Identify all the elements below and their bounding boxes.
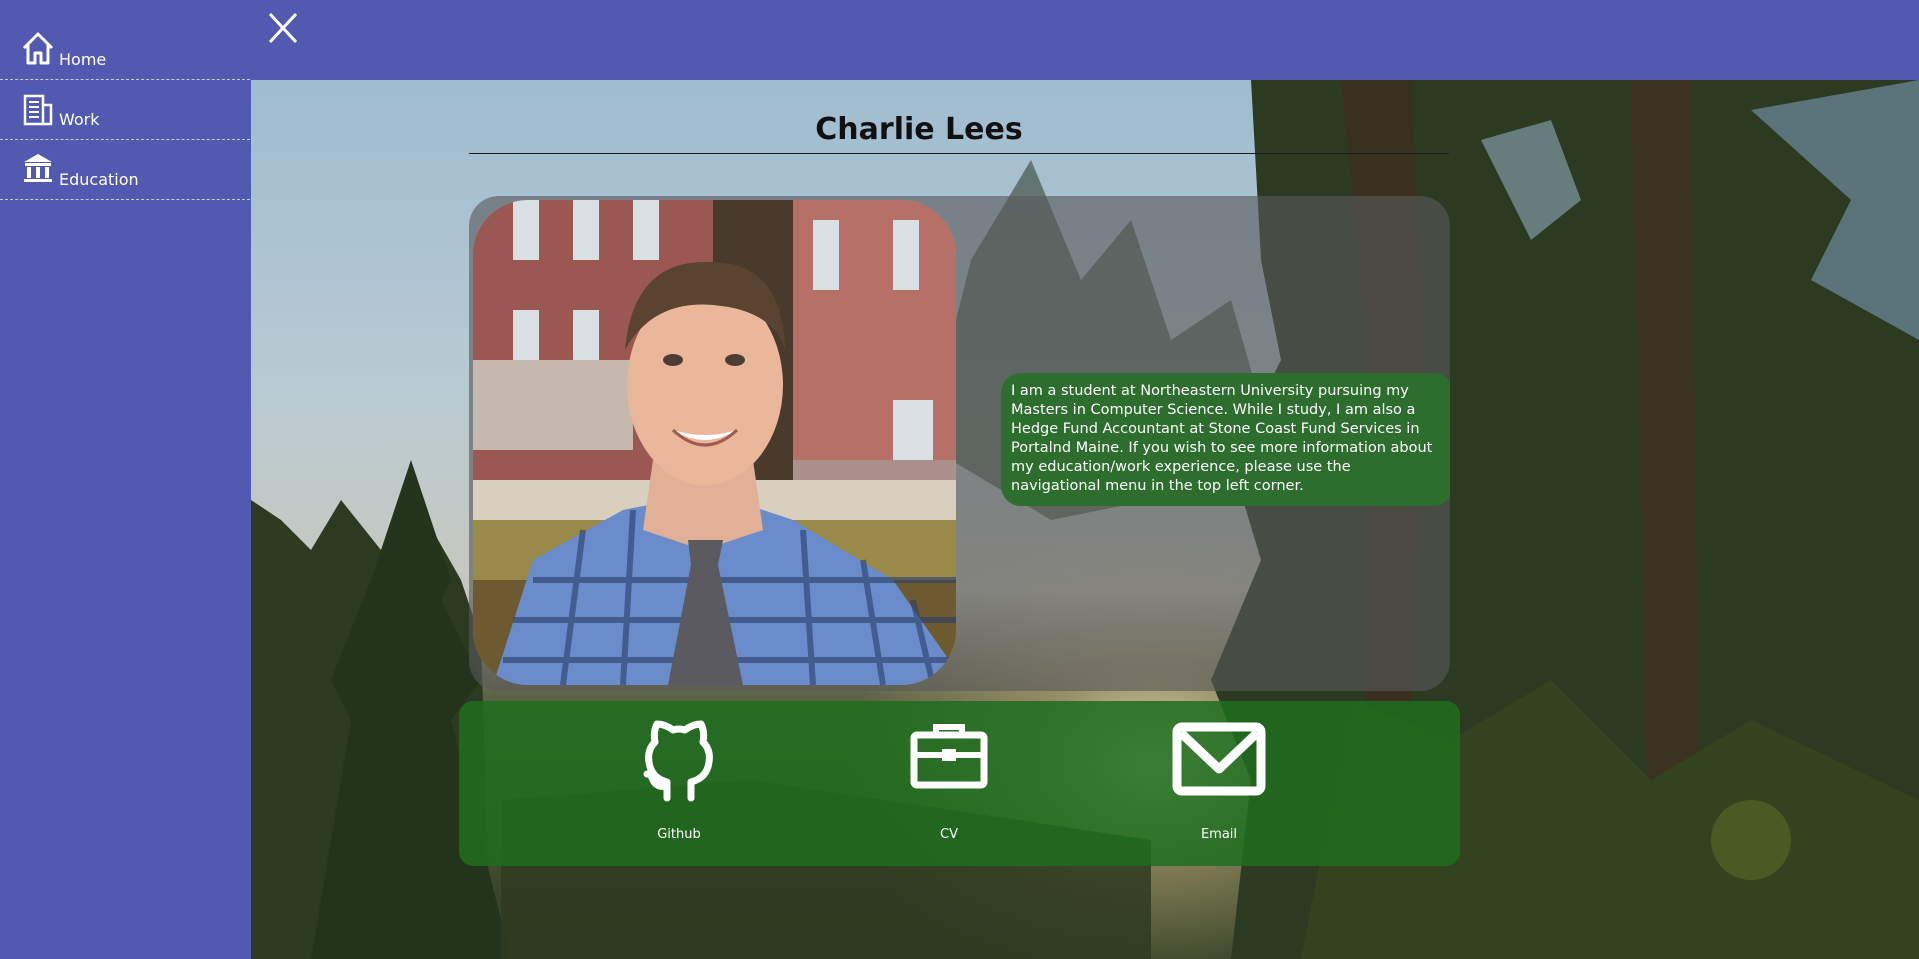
cv-link[interactable]: CV	[889, 701, 1009, 866]
sidebar-item-education[interactable]: Education	[0, 140, 250, 200]
sidebar-item-work[interactable]: Work	[0, 80, 250, 140]
sidebar-item-label: Work	[59, 110, 100, 129]
email-label: Email	[1200, 827, 1238, 842]
top-bar	[0, 0, 1919, 80]
sidebar-item-home[interactable]: Home	[0, 20, 250, 80]
home-icon	[22, 32, 54, 65]
bio-text: I am a student at Northeastern Universit…	[1001, 373, 1450, 506]
portrait-illustration	[473, 200, 956, 685]
title-divider	[469, 153, 1449, 154]
links-panel: Github CV Email	[459, 701, 1460, 866]
page-title: Charlie Lees	[815, 112, 1023, 147]
close-icon	[268, 12, 298, 44]
profile-photo	[473, 200, 956, 685]
main-content: Charlie Lees I am a student at Northeast…	[251, 80, 1919, 959]
close-button[interactable]	[262, 10, 302, 50]
briefcase-icon	[910, 724, 988, 789]
cv-label: CV	[940, 827, 958, 842]
github-icon	[643, 720, 713, 802]
profile-card: I am a student at Northeastern Universit…	[469, 196, 1450, 691]
envelope-icon	[1172, 722, 1266, 796]
sidebar-item-label: Education	[59, 170, 139, 189]
bank-icon	[24, 154, 52, 182]
github-link[interactable]: Github	[619, 701, 739, 866]
sidebar-item-label: Home	[59, 50, 107, 69]
github-label: Github	[657, 827, 701, 842]
email-link[interactable]: Email	[1159, 701, 1279, 866]
sidebar-nav: Home Work Education	[0, 0, 250, 959]
building-icon	[23, 94, 53, 126]
